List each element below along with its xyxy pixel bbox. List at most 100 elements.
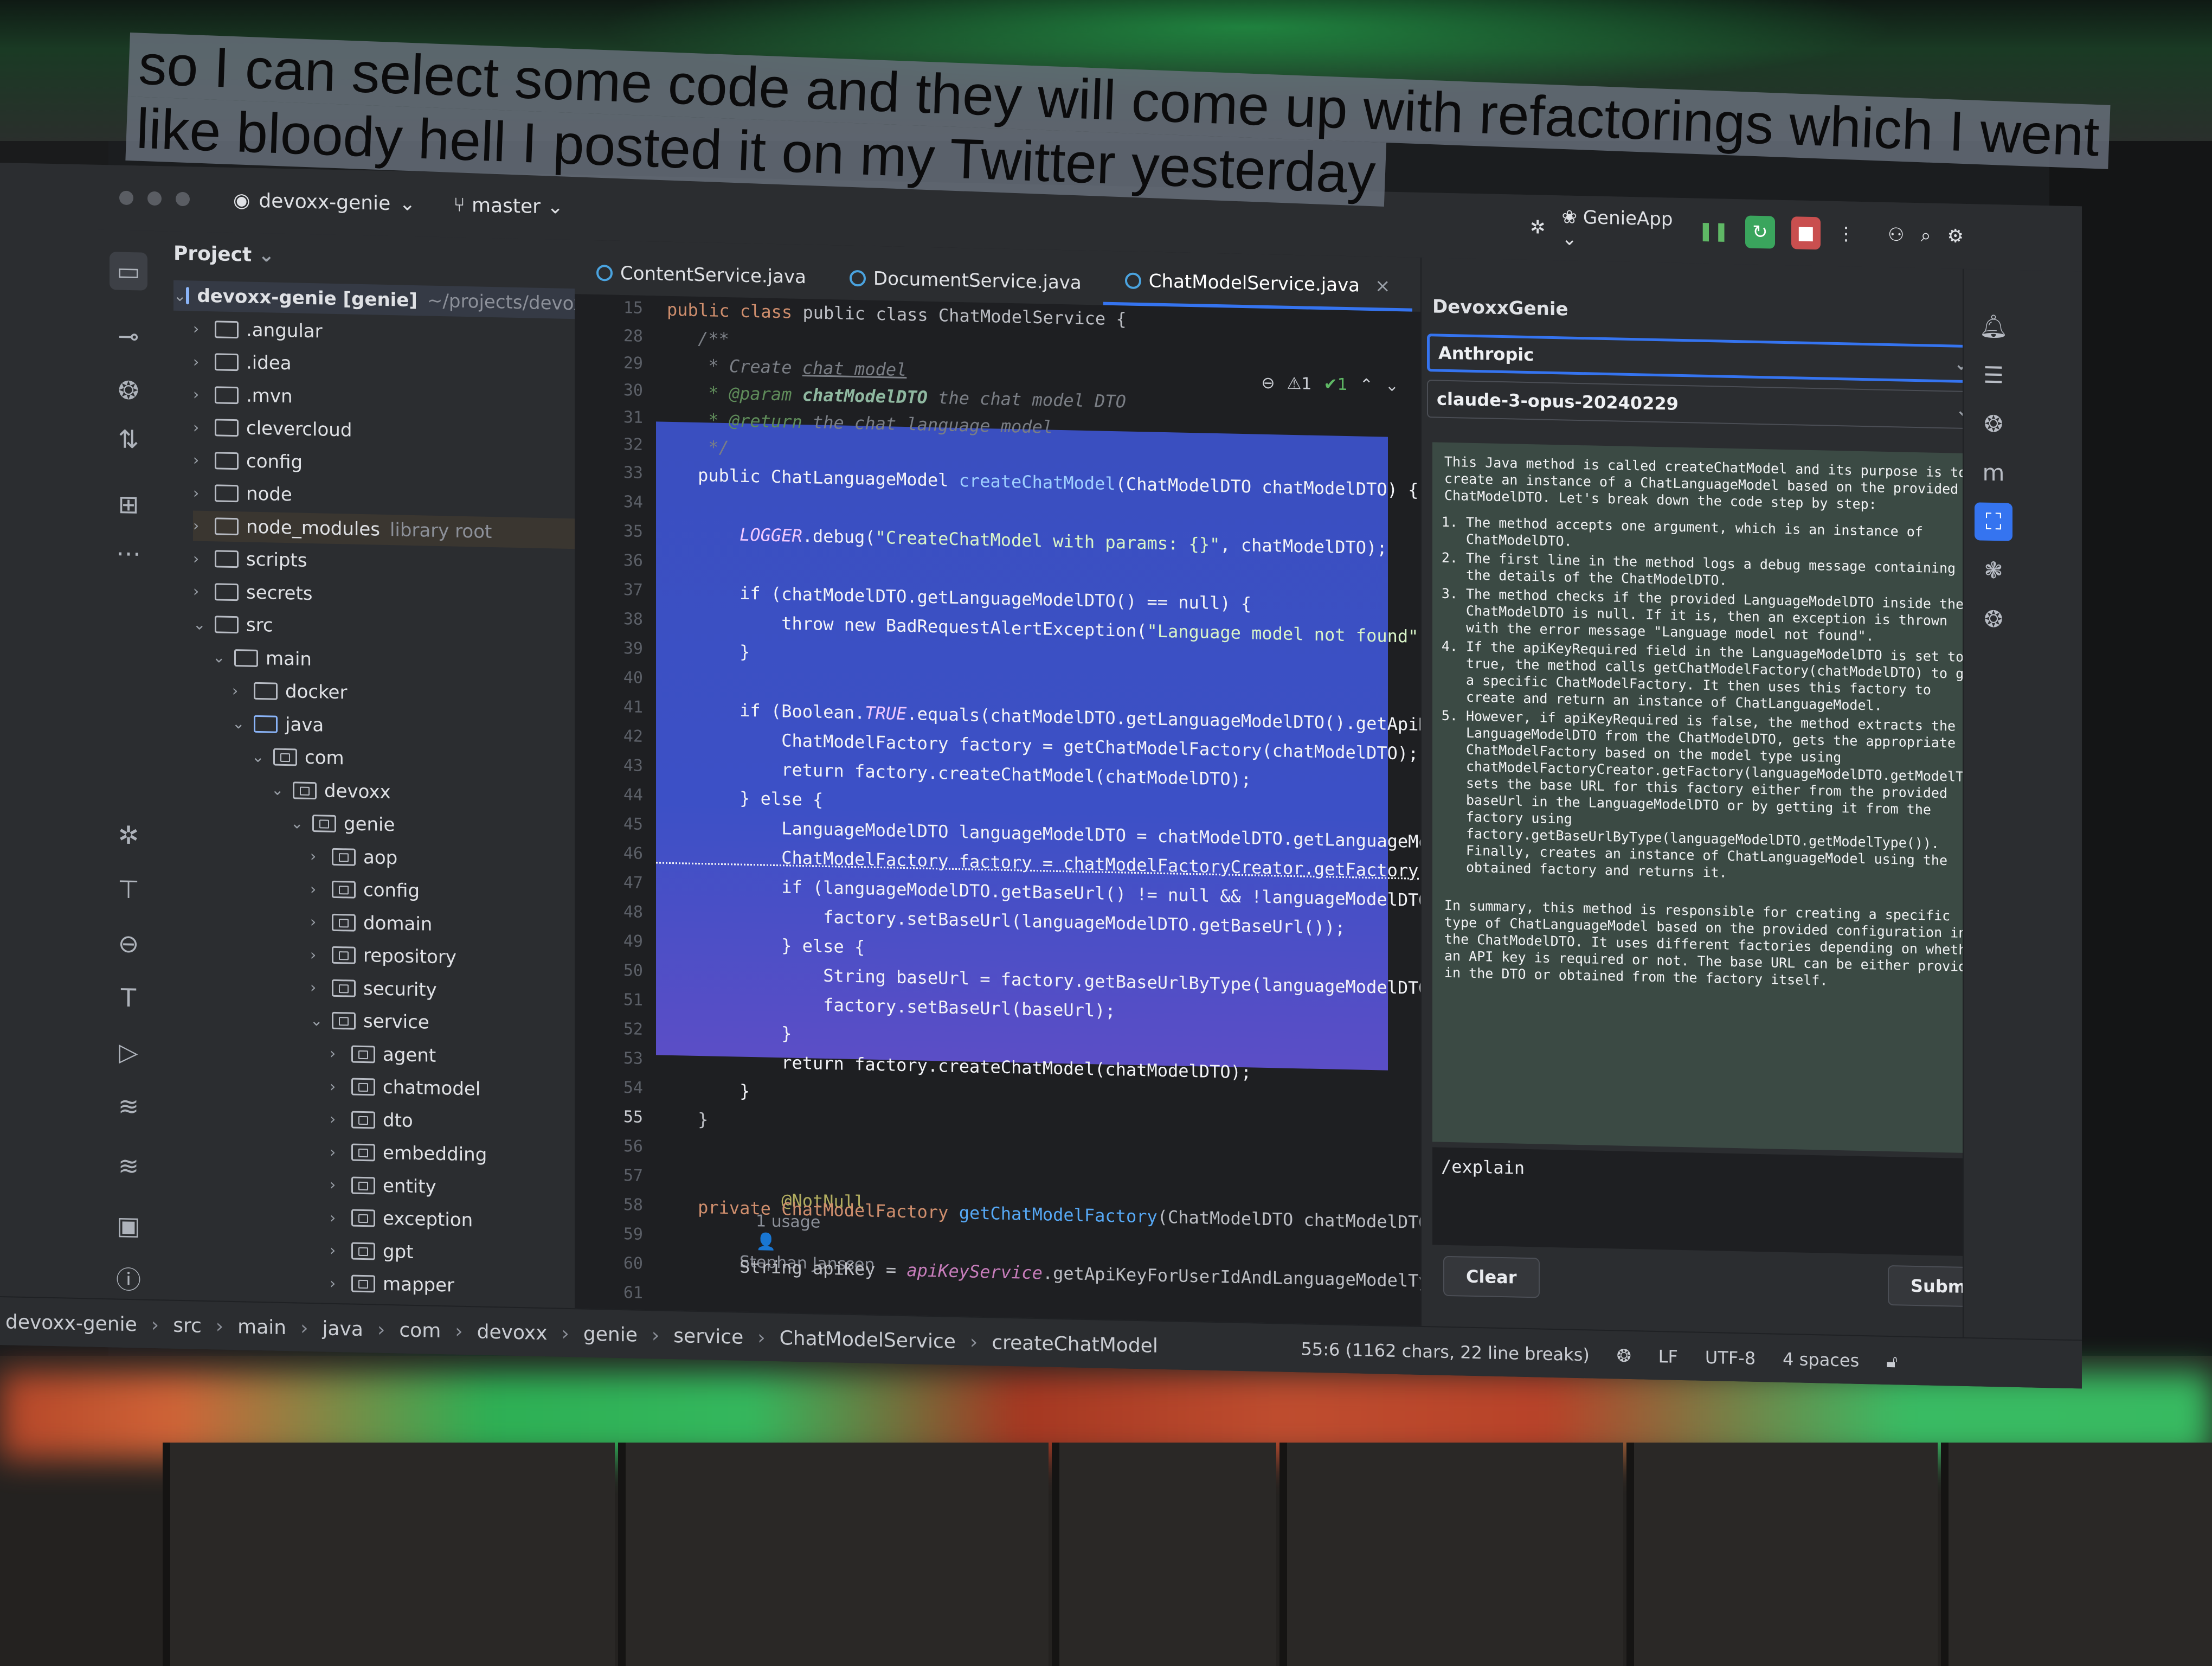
chevron-right-icon[interactable]: ›: [193, 549, 215, 568]
zoom-window-button[interactable]: [176, 191, 190, 207]
project-panel-header[interactable]: Project ⌄: [163, 231, 575, 283]
close-window-button[interactable]: [119, 190, 133, 206]
tree-item[interactable]: › config: [193, 445, 575, 483]
breadcrumb-item[interactable]: src: [173, 1314, 202, 1337]
model-select[interactable]: claude-3-opus-20240229 ⌄: [1427, 380, 1980, 430]
terminal-text-icon[interactable]: T: [110, 978, 147, 1017]
plugin-icon[interactable]: ❂: [110, 371, 147, 409]
chevron-right-icon[interactable]: ›: [193, 418, 215, 437]
chevron-right-icon[interactable]: ›: [193, 319, 215, 338]
prompt-input[interactable]: /explain: [1432, 1147, 1996, 1257]
tree-item[interactable]: › secrets: [193, 576, 575, 614]
ai-status-icon[interactable]: ❂: [1617, 1345, 1631, 1367]
tree-item[interactable]: › config: [310, 874, 575, 909]
chevron-right-icon[interactable]: ›: [193, 516, 215, 535]
chevron-down-icon[interactable]: ⌄: [213, 648, 234, 667]
inspection-widget[interactable]: ⊖ ⚠1 ✔1 ⌃ ⌄: [1261, 374, 1399, 395]
add-user-icon[interactable]: ⚇: [1888, 224, 1904, 246]
tree-item[interactable]: › docker: [232, 675, 575, 713]
breadcrumb-item[interactable]: devoxx-genie: [5, 1311, 137, 1336]
chevron-right-icon[interactable]: ›: [330, 1045, 351, 1063]
problems-icon[interactable]: ⓘ: [110, 1260, 147, 1299]
tree-item[interactable]: › clevercloud: [193, 412, 575, 450]
maven-icon[interactable]: m: [1975, 453, 2012, 492]
chevron-right-icon[interactable]: ›: [193, 385, 215, 403]
search-icon[interactable]: ⌕: [1920, 225, 1931, 246]
devoxxgenie-icon[interactable]: ⛶: [1975, 502, 2012, 541]
chevron-right-icon[interactable]: ›: [310, 880, 332, 898]
tab-chatmodelservice[interactable]: ChatModelService.java ×: [1103, 258, 1412, 312]
tree-item[interactable]: › exception: [330, 1202, 575, 1238]
breadcrumb-item[interactable]: genie: [583, 1323, 638, 1346]
chevron-right-icon[interactable]: ›: [330, 1110, 351, 1129]
project-tool-icon[interactable]: ▭: [110, 252, 147, 291]
breadcrumb-item[interactable]: ChatModelService: [780, 1327, 956, 1353]
tree-item[interactable]: ⌄ java: [232, 708, 575, 745]
settings-gear-icon[interactable]: ⚙: [1947, 225, 1964, 247]
breadcrumb-item[interactable]: main: [237, 1316, 286, 1339]
chat-icon[interactable]: ❂: [1975, 600, 2012, 638]
chevron-right-icon[interactable]: ›: [330, 1241, 351, 1260]
chevron-up-icon[interactable]: ⌃: [1360, 376, 1373, 395]
chevron-down-icon[interactable]: ⌄: [1385, 376, 1399, 396]
tree-item[interactable]: › node_modules library root: [193, 510, 575, 549]
run-icon[interactable]: ▷: [110, 1033, 147, 1071]
tree-item[interactable]: ⌄ com: [252, 741, 575, 778]
line-separator[interactable]: LF: [1658, 1346, 1678, 1368]
vcs-branch-widget[interactable]: ⑂ master ⌄: [453, 194, 563, 218]
tree-item[interactable]: ⌄ service: [310, 1005, 575, 1041]
chevron-down-icon[interactable]: ⌄: [193, 615, 215, 633]
breadcrumb-item[interactable]: service: [673, 1325, 743, 1349]
chevron-right-icon[interactable]: ›: [193, 484, 215, 502]
tree-item[interactable]: › dto: [330, 1104, 575, 1139]
chevron-right-icon[interactable]: ›: [330, 1208, 351, 1227]
tree-item[interactable]: › mapper: [330, 1268, 575, 1303]
chevron-right-icon[interactable]: ›: [310, 913, 332, 931]
chevron-right-icon[interactable]: ›: [330, 1143, 351, 1161]
chevron-right-icon[interactable]: ›: [193, 353, 215, 371]
more-actions-icon[interactable]: ⋮: [1837, 223, 1855, 245]
tree-item[interactable]: › aop: [310, 841, 575, 876]
file-encoding[interactable]: UTF-8: [1705, 1347, 1756, 1369]
layers-icon[interactable]: ≋: [110, 1087, 147, 1125]
database-icon[interactable]: ☰: [1975, 356, 2012, 394]
tab-documentservice[interactable]: DocumentService.java: [828, 256, 1103, 305]
tree-item[interactable]: › .mvn: [193, 379, 575, 418]
tree-item[interactable]: › embedding: [330, 1137, 575, 1172]
tree-item[interactable]: › .idea: [193, 346, 575, 385]
tree-item[interactable]: › entity: [330, 1169, 575, 1204]
tree-item[interactable]: › node: [193, 477, 575, 516]
pause-icon[interactable]: ❚❚: [1698, 220, 1729, 242]
breadcrumb-item[interactable]: com: [399, 1319, 441, 1342]
terminal-icon[interactable]: ▣: [110, 1206, 147, 1245]
breadcrumb-item[interactable]: java: [323, 1317, 363, 1341]
chevron-down-icon[interactable]: ⌄: [310, 1011, 332, 1029]
tree-item[interactable]: › chatmodel: [330, 1071, 575, 1106]
commit-icon[interactable]: ⊸: [110, 317, 147, 355]
tree-item[interactable]: ⌄ devoxx-genie [genie] ~/projects/devoxx: [173, 280, 595, 319]
tree-item[interactable]: › repository: [310, 939, 575, 975]
chevron-right-icon[interactable]: ›: [330, 1077, 351, 1095]
close-tab-icon[interactable]: ×: [1375, 275, 1391, 297]
ai-assistant-icon[interactable]: ❂: [1975, 405, 2012, 443]
more-tools-icon[interactable]: ⋯: [110, 534, 147, 572]
chevron-down-icon[interactable]: ⌄: [252, 747, 273, 766]
chevron-right-icon[interactable]: ›: [310, 945, 332, 964]
chevron-down-icon[interactable]: ⌄: [271, 780, 293, 799]
pull-requests-icon[interactable]: ⇅: [110, 420, 147, 458]
code-area[interactable]: ⊖ ⚠1 ✔1 ⌃ ⌄ public class public class Ch…: [656, 296, 1420, 1326]
chevron-right-icon[interactable]: ›: [232, 681, 254, 700]
indent-setting[interactable]: 4 spaces: [1783, 1348, 1859, 1371]
chevron-right-icon[interactable]: ›: [310, 978, 332, 997]
build-icon[interactable]: ⊤: [110, 870, 147, 908]
debug-icon[interactable]: ✲: [110, 816, 147, 854]
project-switcher[interactable]: ◉ devoxx-genie ⌄: [233, 189, 415, 215]
tree-item[interactable]: ⌄ src: [193, 608, 575, 647]
endpoints-icon[interactable]: ⊖: [110, 924, 147, 963]
lock-icon[interactable]: 🔓︎: [1886, 1350, 1898, 1372]
chevron-right-icon[interactable]: ›: [193, 451, 215, 469]
tree-item[interactable]: › security: [310, 972, 575, 1008]
chevron-right-icon[interactable]: ›: [330, 1176, 351, 1194]
chevron-down-icon[interactable]: ⌄: [232, 714, 254, 733]
minimize-window-button[interactable]: [147, 191, 162, 206]
